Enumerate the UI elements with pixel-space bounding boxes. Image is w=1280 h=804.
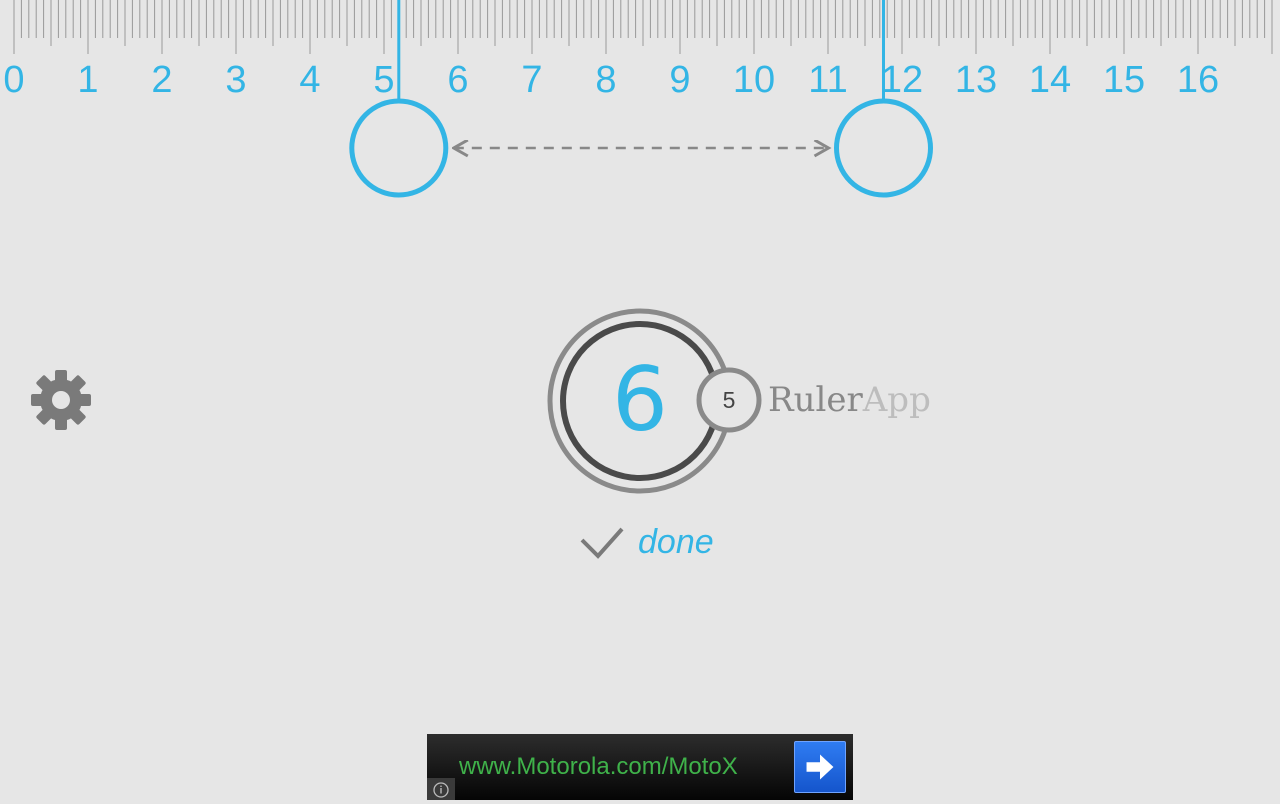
start-handle[interactable]	[349, 98, 449, 198]
end-handle[interactable]	[834, 98, 933, 198]
fraction-value: 5	[722, 387, 736, 413]
done-button[interactable]: done	[572, 518, 714, 566]
app-logo: RulerApp	[768, 377, 931, 423]
gear-icon	[31, 370, 91, 430]
ad-banner[interactable]: www.Motorola.com/MotoX	[427, 734, 853, 800]
done-label: done	[638, 523, 714, 561]
arrow-right-icon	[806, 754, 834, 780]
logo-ruler-text: Ruler	[768, 380, 863, 420]
logo-app-text: App	[862, 380, 931, 420]
checkmark-icon	[580, 527, 624, 559]
ad-link-text[interactable]: www.Motorola.com/MotoX	[459, 748, 738, 786]
ad-go-button[interactable]	[794, 741, 846, 793]
settings-button[interactable]	[30, 370, 92, 430]
measure-handles	[349, 0, 933, 198]
info-icon	[433, 782, 449, 798]
ad-info-button[interactable]	[427, 778, 455, 800]
